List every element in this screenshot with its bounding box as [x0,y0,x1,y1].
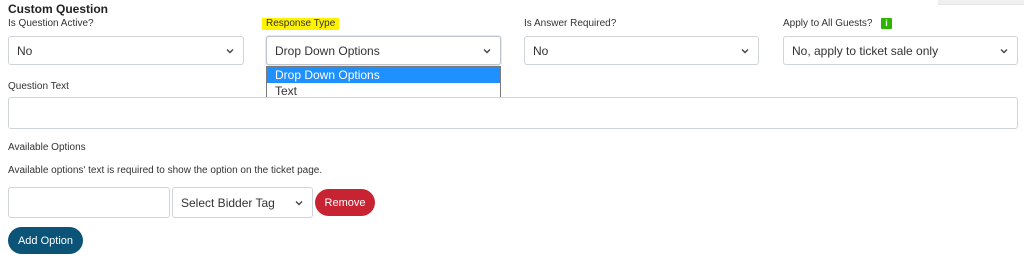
chevron-down-icon [483,48,491,53]
available-options-label: Available Options [8,142,86,153]
is-required-label: Is Answer Required? [524,18,617,29]
chevron-down-icon [1000,48,1008,53]
is-active-label: Is Question Active? [8,18,94,29]
response-type-dropdown-list: Drop Down Options Text [266,66,501,100]
response-type-select[interactable]: Drop Down Options [266,36,501,65]
top-edge-bar [938,0,1024,5]
apply-all-value: No, apply to ticket sale only [792,43,939,58]
available-options-help: Available options' text is required to s… [8,165,323,176]
is-required-select[interactable]: No [524,36,759,65]
is-required-value: No [533,43,549,58]
apply-all-label: Apply to All Guests? [783,18,873,29]
form-title: Custom Question [8,2,109,16]
chevron-down-icon [741,48,749,53]
dropdown-option-drop-down[interactable]: Drop Down Options [267,67,500,83]
info-icon[interactable]: i [881,18,892,29]
is-active-value: No [17,43,33,58]
chevron-down-icon [295,200,303,205]
question-text-label: Question Text [8,81,69,92]
chevron-down-icon [226,48,234,53]
option-text-input[interactable] [8,187,170,218]
bidder-tag-value: Select Bidder Tag [181,195,275,210]
add-option-button[interactable]: Add Option [8,227,83,254]
response-type-value: Drop Down Options [275,43,380,58]
response-type-label: Response Type [262,18,340,30]
bidder-tag-select[interactable]: Select Bidder Tag [172,187,313,218]
is-active-select[interactable]: No [8,36,244,65]
remove-button[interactable]: Remove [315,189,375,216]
apply-all-select[interactable]: No, apply to ticket sale only [783,36,1018,65]
question-text-input[interactable] [8,97,1018,129]
